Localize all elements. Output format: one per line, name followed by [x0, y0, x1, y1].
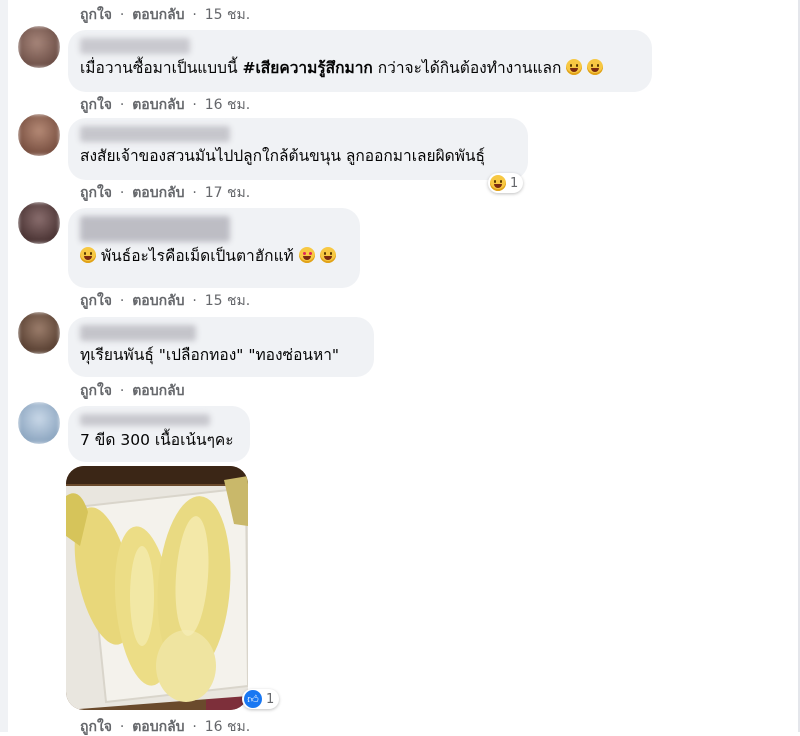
author-name-redacted[interactable] — [80, 38, 190, 54]
reply-link[interactable]: ตอบกลับ — [132, 185, 184, 201]
like-link[interactable]: ถูกใจ — [80, 185, 112, 201]
comment-photo[interactable] — [66, 466, 248, 710]
author-name-redacted[interactable] — [80, 325, 196, 341]
author-name-redacted[interactable] — [80, 216, 230, 242]
comment-timestamp[interactable]: 16 ชม. — [205, 97, 250, 113]
avatar[interactable] — [18, 26, 60, 68]
durian-photo — [66, 466, 248, 710]
comment-actions: ถูกใจ · ตอบกลับ · 17 ชม. — [80, 184, 250, 202]
comment-bubble: พันธ์อะไรคือเม็ดเป็นตาฮักแท้ — [68, 208, 360, 288]
author-name-redacted[interactable] — [80, 414, 210, 426]
like-link[interactable]: ถูกใจ — [80, 719, 112, 735]
comment-actions: ถูกใจ · ตอบกลับ · 15 ชม. — [80, 6, 250, 24]
comment-timestamp[interactable]: 15 ชม. — [205, 293, 250, 309]
avatar[interactable] — [18, 202, 60, 244]
comment-actions: ถูกใจ · ตอบกลับ · 16 ชม. — [80, 96, 250, 114]
comment-timestamp[interactable]: 15 ชม. — [205, 7, 250, 23]
reply-link[interactable]: ตอบกลับ — [132, 383, 184, 399]
separator: · — [119, 383, 125, 399]
reply-link[interactable]: ตอบกลับ — [132, 7, 184, 23]
comment-bubble: 7 ขีด 300 เนื้อเน้นๆคะ — [68, 406, 250, 462]
separator: · — [192, 97, 197, 113]
comment-text: สงสัยเจ้าของสวนมันไปปลูกใกล้ต้นขนุน ลูกอ… — [80, 147, 485, 165]
reply-link[interactable]: ตอบกลับ — [132, 293, 184, 309]
reaction-summary[interactable]: 👍︎ 1 — [242, 689, 280, 709]
separator: · — [119, 293, 125, 309]
like-link[interactable]: ถูกใจ — [80, 7, 112, 23]
reply-link[interactable]: ตอบกลับ — [132, 97, 184, 113]
separator: · — [119, 97, 125, 113]
smiling-hearts-emoji-icon — [298, 247, 315, 263]
avatar[interactable] — [18, 402, 60, 444]
like-thumb-icon: 👍︎ — [244, 690, 262, 708]
comment-text: 7 ขีด 300 เนื้อเน้นๆคะ — [80, 431, 234, 449]
comment-actions: ถูกใจ · ตอบกลับ — [80, 382, 185, 400]
reaction-count: 1 — [510, 175, 519, 191]
like-link[interactable]: ถูกใจ — [80, 97, 112, 113]
comment-text: พันธ์อะไรคือเม็ดเป็นตาฮักแท้ — [80, 246, 348, 266]
reaction-count: 1 — [266, 691, 275, 707]
separator: · — [192, 719, 197, 735]
left-gutter — [0, 0, 8, 732]
comment-timestamp[interactable]: 16 ชม. — [205, 719, 250, 735]
author-name-redacted[interactable] — [80, 126, 230, 142]
like-link[interactable]: ถูกใจ — [80, 383, 112, 399]
laughing-emoji-icon — [490, 175, 506, 191]
laughing-emoji-icon — [587, 59, 604, 75]
comment-text: เมื่อวานซื้อมาเป็นแบบนี้ #เสียความรู้สึก… — [80, 58, 640, 78]
comment-actions: ถูกใจ · ตอบกลับ · 15 ชม. — [80, 292, 250, 310]
hashtag-link[interactable]: #เสียความรู้สึกมาก — [243, 59, 373, 77]
comment-actions: ถูกใจ · ตอบกลับ · 16 ชม. — [80, 718, 250, 736]
reaction-summary[interactable]: 1 — [488, 173, 524, 193]
grinning-emoji-icon — [319, 247, 336, 263]
like-link[interactable]: ถูกใจ — [80, 293, 112, 309]
avatar[interactable] — [18, 312, 60, 354]
grinning-emoji-icon — [80, 247, 96, 263]
separator: · — [192, 185, 197, 201]
reply-link[interactable]: ตอบกลับ — [132, 719, 184, 735]
separator: · — [192, 293, 197, 309]
separator: · — [119, 185, 125, 201]
separator: · — [119, 7, 125, 23]
comment-bubble: ทุเรียนพันธุ์ "เปลือกทอง" "ทองซ่อนหา" — [68, 317, 374, 377]
avatar[interactable] — [18, 114, 60, 156]
comment-bubble: เมื่อวานซื้อมาเป็นแบบนี้ #เสียความรู้สึก… — [68, 30, 652, 92]
separator: · — [119, 719, 125, 735]
comment-bubble: สงสัยเจ้าของสวนมันไปปลูกใกล้ต้นขนุน ลูกอ… — [68, 118, 528, 180]
comment-text: ทุเรียนพันธุ์ "เปลือกทอง" "ทองซ่อนหา" — [80, 346, 340, 364]
grinning-emoji-icon — [566, 59, 583, 75]
separator: · — [192, 7, 197, 23]
comment-timestamp[interactable]: 17 ชม. — [205, 185, 250, 201]
